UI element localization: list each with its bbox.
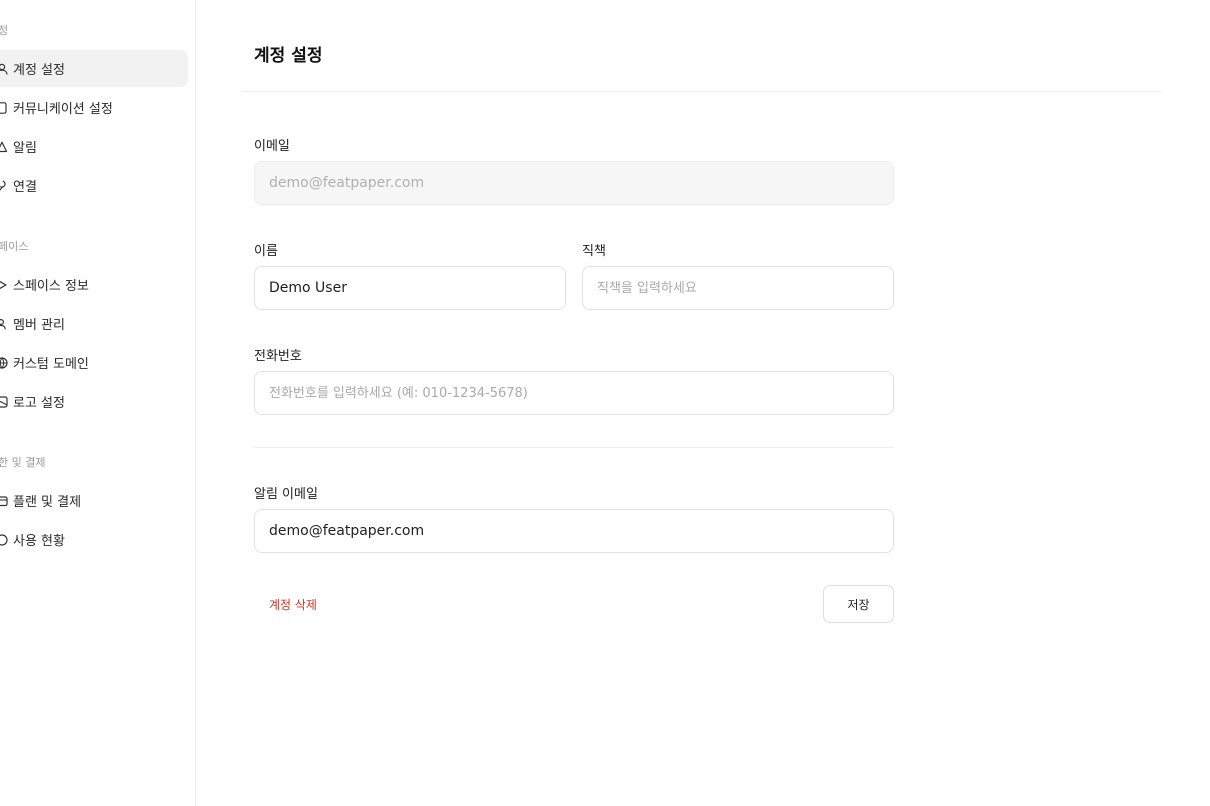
sidebar-item-notifications[interactable]: 알림	[0, 128, 188, 165]
job-title-label: 직책	[582, 244, 606, 259]
chart-icon	[0, 533, 8, 546]
sidebar-item-account-settings[interactable]: 계정 설정	[0, 50, 188, 87]
sidebar-item-label: 커스텀 도메인	[13, 357, 89, 372]
phone-label: 전화번호	[254, 349, 302, 364]
sidebar-item-label: 연결	[13, 180, 37, 195]
notification-email-label: 알림 이메일	[254, 487, 318, 502]
phone-icon	[0, 101, 8, 114]
settings-app: 정 계정 설정 커뮤니케이션 설정 알림 연결 페이스 스페이스 정보 멤버 관…	[0, 0, 1210, 806]
sidebar: 정 계정 설정 커뮤니케이션 설정 알림 연결 페이스 스페이스 정보 멤버 관…	[0, 0, 196, 806]
sidebar-item-label: 멤버 관리	[13, 318, 65, 333]
title-divider	[243, 91, 1161, 92]
sidebar-item-member-management[interactable]: 멤버 관리	[0, 305, 188, 342]
sidebar-item-usage[interactable]: 사용 현황	[0, 521, 188, 558]
delete-account-button[interactable]: 계정 삭제	[269, 596, 317, 613]
job-title-field[interactable]	[582, 266, 894, 310]
email-field	[254, 161, 894, 205]
user-icon	[0, 62, 8, 75]
email-label: 이메일	[254, 139, 290, 154]
sidebar-section-billing: 한 및 결제	[0, 456, 46, 469]
sidebar-item-space-info[interactable]: 스페이스 정보	[0, 266, 188, 303]
sidebar-item-label: 플랜 및 결제	[13, 495, 82, 510]
name-field[interactable]	[254, 266, 566, 310]
phone-field[interactable]	[254, 371, 894, 415]
sidebar-item-label: 사용 현황	[13, 534, 65, 549]
sidebar-item-label: 로고 설정	[13, 396, 65, 411]
bell-icon	[0, 140, 8, 153]
sidebar-section-space: 페이스	[0, 240, 29, 253]
image-icon	[0, 395, 8, 408]
info-icon	[0, 278, 8, 291]
save-button[interactable]: 저장	[823, 585, 894, 623]
sidebar-item-label: 알림	[13, 141, 37, 156]
globe-icon	[0, 356, 8, 369]
notification-email-field[interactable]	[254, 509, 894, 553]
sidebar-section-account: 정	[0, 24, 9, 37]
sidebar-item-communication-settings[interactable]: 커뮤니케이션 설정	[0, 89, 188, 126]
sidebar-item-logo-settings[interactable]: 로고 설정	[0, 383, 188, 420]
sidebar-item-connections[interactable]: 연결	[0, 167, 188, 204]
name-label: 이름	[254, 244, 278, 259]
link-icon	[0, 179, 8, 192]
sidebar-item-plan-billing[interactable]: 플랜 및 결제	[0, 482, 188, 519]
page-title: 계정 설정	[254, 46, 323, 66]
sidebar-item-label: 계정 설정	[13, 63, 65, 78]
credit-card-icon	[0, 494, 8, 507]
users-icon	[0, 317, 8, 330]
sidebar-item-label: 커뮤니케이션 설정	[13, 102, 113, 117]
sidebar-item-label: 스페이스 정보	[13, 279, 89, 294]
form-divider	[254, 447, 894, 448]
sidebar-item-custom-domain[interactable]: 커스텀 도메인	[0, 344, 188, 381]
